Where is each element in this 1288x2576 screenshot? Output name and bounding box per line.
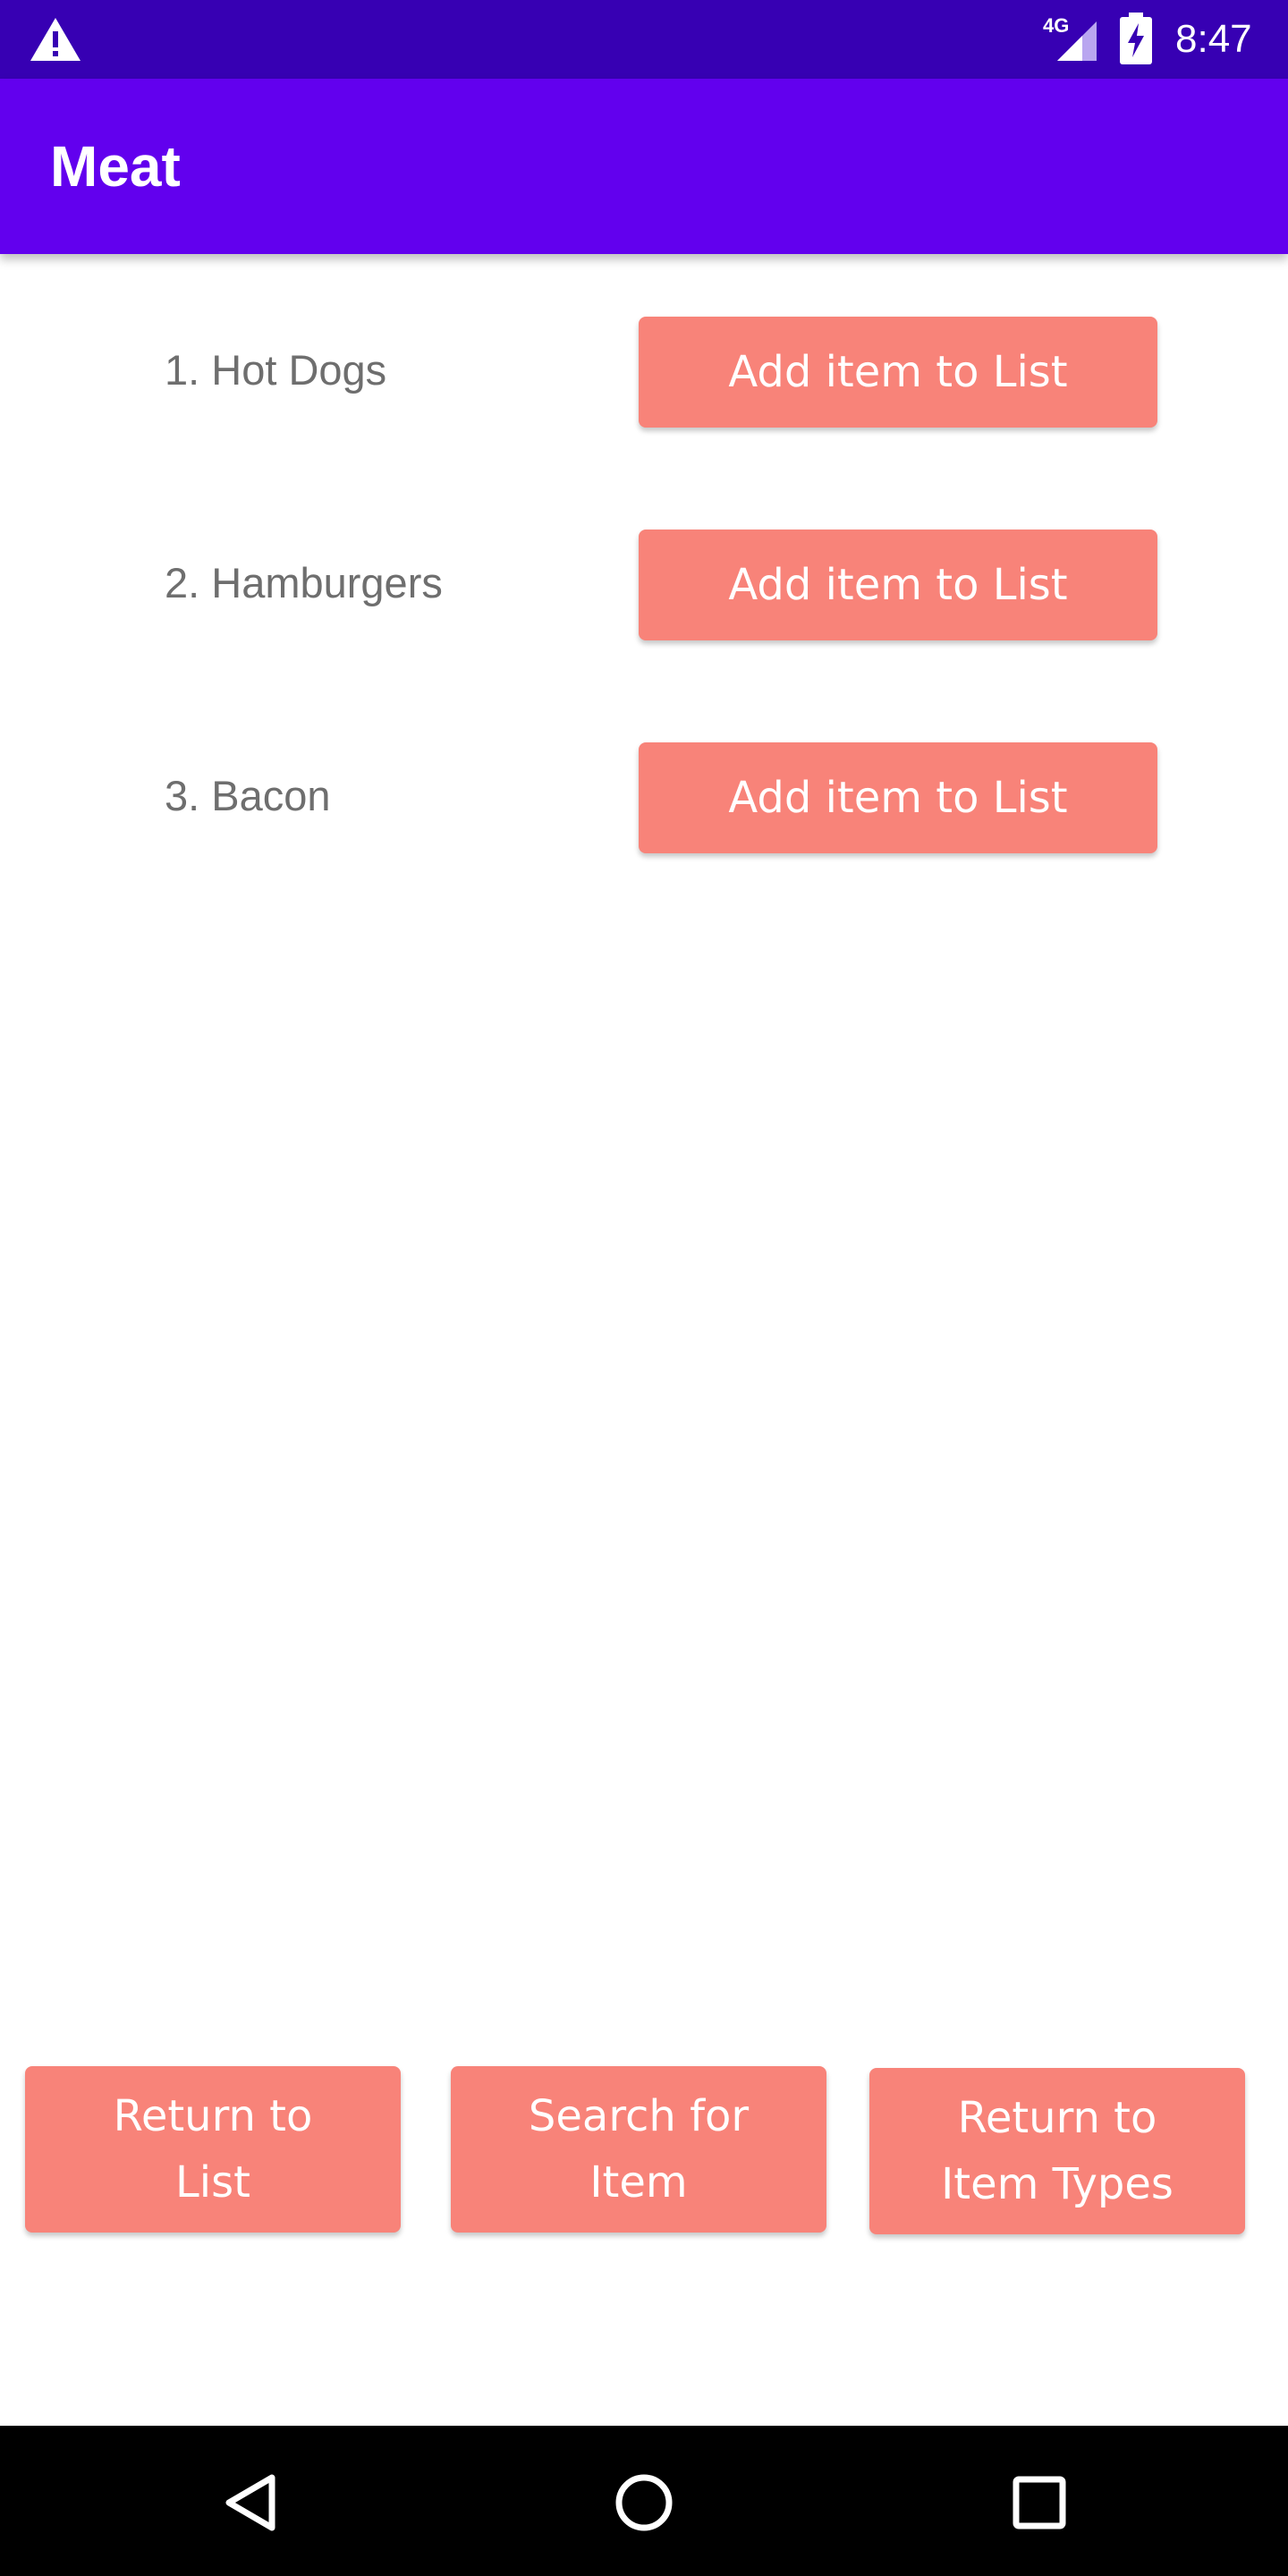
item-label: 1. Hot Dogs (165, 346, 387, 394)
app-bar: Meat (0, 79, 1288, 254)
battery-charging-icon (1120, 13, 1152, 64)
return-to-list-button[interactable]: Return to List (25, 2066, 401, 2233)
return-to-item-types-button[interactable]: Return to Item Types (869, 2068, 1245, 2234)
item-label: 2. Hamburgers (165, 559, 443, 606)
add-item-to-list-button[interactable]: Add item to List (639, 742, 1157, 853)
item-label: 3. Bacon (165, 772, 331, 819)
search-for-item-button[interactable]: Search for Item (451, 2066, 826, 2233)
back-icon[interactable] (218, 2470, 283, 2535)
navigation-bar (0, 2426, 1288, 2576)
list-item: 3. Bacon Add item to List (0, 741, 1288, 857)
home-icon[interactable] (612, 2470, 676, 2535)
page-title: Meat (50, 134, 181, 199)
add-item-to-list-button[interactable]: Add item to List (639, 530, 1157, 640)
warning-icon (30, 18, 80, 61)
signal-icon: 4G (1041, 14, 1098, 63)
list-item: 2. Hamburgers Add item to List (0, 528, 1288, 644)
add-item-to-list-button[interactable]: Add item to List (639, 317, 1157, 428)
status-bar: 4G 8:47 (0, 0, 1288, 79)
status-time: 8:47 (1175, 17, 1252, 61)
recents-icon[interactable] (1007, 2470, 1072, 2535)
screen: 4G 8:47 Meat 1. Hot Dogs Add item to Lis… (0, 0, 1288, 2576)
list-item: 1. Hot Dogs Add item to List (0, 315, 1288, 431)
